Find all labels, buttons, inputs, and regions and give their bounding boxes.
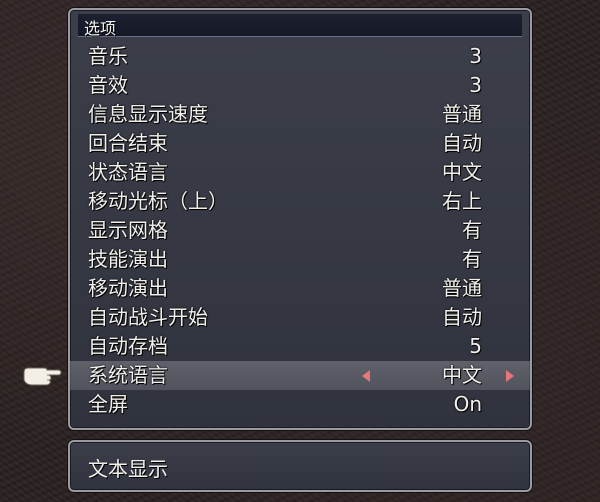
option-row-cursor-move-up[interactable]: 移动光标（上） 右上 <box>70 187 530 216</box>
option-row-show-grid[interactable]: 显示网格 有 <box>70 216 530 245</box>
option-label: 系统语言 <box>88 363 168 387</box>
option-label: 自动战斗开始 <box>88 305 208 329</box>
pointing-hand-icon <box>23 367 62 386</box>
option-row-move-animation[interactable]: 移动演出 普通 <box>70 274 530 303</box>
option-value: On <box>453 392 482 416</box>
option-label: 技能演出 <box>88 247 168 271</box>
option-label: 音效 <box>88 73 128 97</box>
option-value: 5 <box>469 334 482 358</box>
option-value: 3 <box>469 44 482 68</box>
option-row-system-language[interactable]: 系统语言 中文 <box>70 361 530 390</box>
option-row-message-speed[interactable]: 信息显示速度 普通 <box>70 100 530 129</box>
option-value: 普通 <box>442 102 482 126</box>
option-value: 自动 <box>442 131 482 155</box>
option-label: 全屏 <box>88 392 128 416</box>
option-row-fullscreen[interactable]: 全屏 On <box>70 390 530 419</box>
arrow-left-icon[interactable] <box>362 370 370 382</box>
option-label: 移动光标（上） <box>88 189 228 213</box>
option-label: 回合结束 <box>88 131 168 155</box>
options-title-bar: 选项 <box>78 14 522 38</box>
option-label: 信息显示速度 <box>88 102 208 126</box>
option-value: 普通 <box>442 276 482 300</box>
options-list: 音乐 3 音效 3 信息显示速度 普通 回合结束 自动 状态语言 中文 移动光标… <box>70 42 530 419</box>
option-label: 自动存档 <box>88 334 168 358</box>
option-row-auto-battle-start[interactable]: 自动战斗开始 自动 <box>70 303 530 332</box>
options-title: 选项 <box>84 19 117 38</box>
option-row-music[interactable]: 音乐 3 <box>70 42 530 71</box>
option-value: 中文 <box>442 160 482 184</box>
option-value: 有 <box>462 247 482 271</box>
option-label: 状态语言 <box>88 160 168 184</box>
option-row-skill-animation[interactable]: 技能演出 有 <box>70 245 530 274</box>
option-row-sound-effects[interactable]: 音效 3 <box>70 71 530 100</box>
option-value: 3 <box>469 73 482 97</box>
option-value: 中文 <box>442 363 482 387</box>
arrow-right-icon[interactable] <box>506 370 514 382</box>
option-row-autosave[interactable]: 自动存档 5 <box>70 332 530 361</box>
info-text: 文本显示 <box>88 457 168 481</box>
option-value: 自动 <box>442 305 482 329</box>
option-value: 有 <box>462 218 482 242</box>
option-row-status-language[interactable]: 状态语言 中文 <box>70 158 530 187</box>
info-panel: 文本显示 <box>68 440 532 492</box>
option-value: 右上 <box>442 189 482 213</box>
option-label: 显示网格 <box>88 218 168 242</box>
option-row-turn-end[interactable]: 回合结束 自动 <box>70 129 530 158</box>
option-label: 移动演出 <box>88 276 168 300</box>
options-panel: 选项 音乐 3 音效 3 信息显示速度 普通 回合结束 自动 状态语言 中文 移… <box>68 8 532 430</box>
option-label: 音乐 <box>88 44 128 68</box>
